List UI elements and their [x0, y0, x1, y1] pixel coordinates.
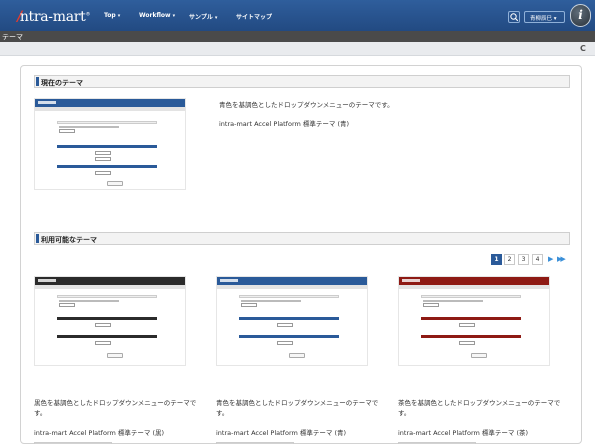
theme-card-black-preview[interactable] — [34, 276, 186, 366]
page-title-bar: テーマ — [0, 31, 595, 42]
nav-menu-sample[interactable]: サンプル ▾ — [189, 12, 217, 21]
theme-card-black-description: 黒色を基調色としたドロップダウンメニューのテーマです。 — [34, 399, 197, 417]
caret-down-icon: ▾ — [117, 13, 121, 19]
search-icon — [510, 13, 519, 22]
section-heading-current-theme: 現在のテーマ — [34, 75, 570, 88]
pagination-page-4[interactable]: 4 — [532, 254, 543, 265]
theme-card-blue-preview[interactable] — [216, 276, 368, 366]
nav-menu-workflow[interactable]: Workflow ▾ — [139, 12, 175, 19]
search-button[interactable] — [508, 11, 520, 23]
caret-down-icon: ▾ — [214, 15, 218, 21]
refresh-icon[interactable]: C — [580, 44, 586, 53]
pagination-last-icon[interactable]: ▶▶ — [557, 255, 566, 263]
page-title: テーマ — [2, 33, 23, 41]
caret-down-icon: ▾ — [553, 16, 557, 22]
theme-card-blue-name: intra-mart Accel Platform 標準テーマ (青) — [216, 429, 347, 437]
user-menu-button[interactable]: 青柳辰巳 ▾ — [524, 11, 565, 23]
theme-card-blue-description: 青色を基調色としたドロップダウンメニューのテーマです。 — [216, 399, 379, 417]
nav-menu-top[interactable]: Top ▾ — [104, 12, 120, 19]
pagination-page-2[interactable]: 2 — [504, 254, 515, 265]
brand-i-logo[interactable]: i — [570, 4, 591, 27]
section-heading-available-themes: 利用可能なテーマ — [34, 232, 570, 245]
pagination-next-icon[interactable]: ▶ — [548, 255, 553, 263]
theme-card-brown-description: 茶色を基調色としたドロップダウンメニューのテーマです。 — [398, 399, 561, 417]
pagination-page-1[interactable]: 1 — [491, 254, 502, 265]
caret-down-icon: ▾ — [172, 13, 176, 19]
intra-mart-logo[interactable]: /ntra-mart® — [17, 9, 90, 25]
nav-menu-sitemap[interactable]: サイトマップ — [236, 12, 272, 21]
pagination-page-3[interactable]: 3 — [518, 254, 529, 265]
current-theme-name: intra-mart Accel Platform 標準テーマ (青) — [219, 120, 350, 128]
preview-header — [35, 99, 185, 107]
current-theme-preview — [34, 98, 186, 190]
current-theme-description: 青色を基調色としたドロップダウンメニューのテーマです。 — [219, 101, 394, 109]
page-toolbar: C — [0, 42, 595, 56]
theme-card-black-name: intra-mart Accel Platform 標準テーマ (黒) — [34, 429, 165, 437]
theme-card-brown-name: intra-mart Accel Platform 標準テーマ (茶) — [398, 429, 529, 437]
top-navigation-bar: /ntra-mart® Top ▾ Workflow ▾ サンプル ▾ サイトマップ … — [0, 0, 595, 31]
theme-card-brown-preview[interactable] — [398, 276, 550, 366]
